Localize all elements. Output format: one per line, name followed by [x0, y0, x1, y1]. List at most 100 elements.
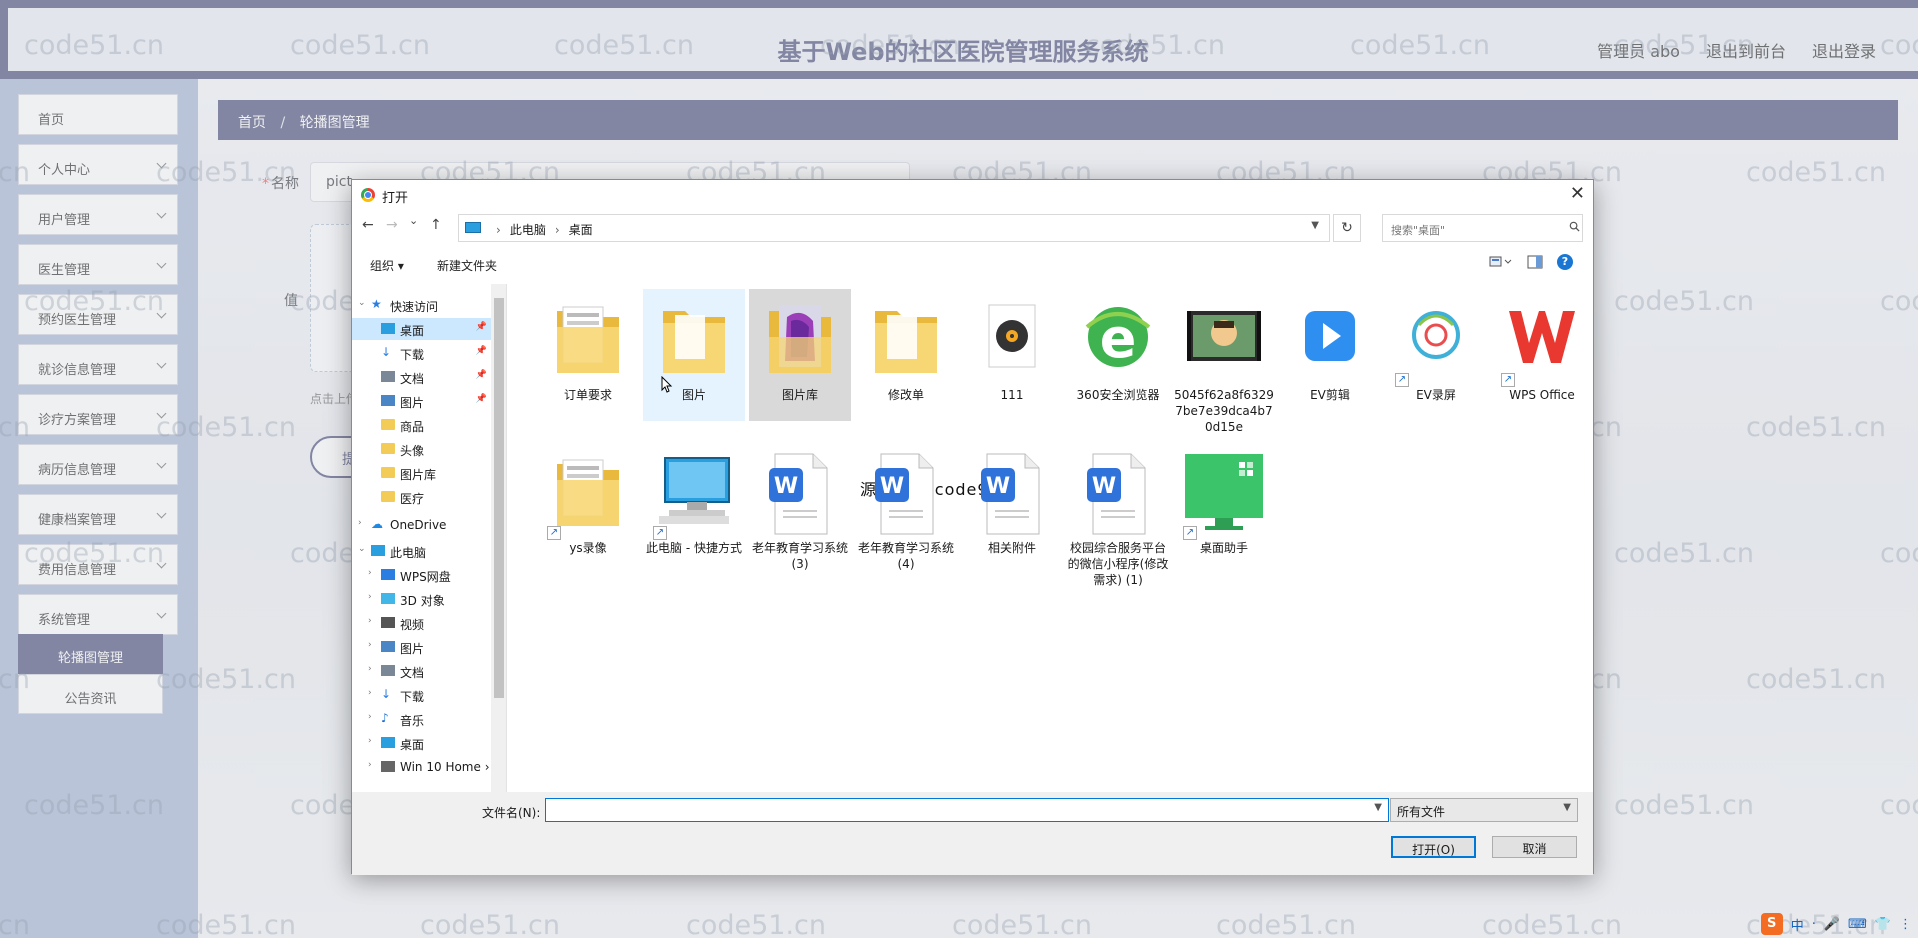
up-arrow-icon[interactable]: ↑: [430, 217, 442, 233]
word-doc-icon: W: [1079, 450, 1157, 536]
nav-tree-item[interactable]: › 3D 对象: [352, 588, 491, 610]
breadcrumb-home[interactable]: 首页: [238, 115, 266, 131]
sidebar-subitem[interactable]: 公告资讯: [18, 674, 163, 714]
nav-tree-item[interactable]: › 图片: [352, 636, 491, 658]
sidebar-item[interactable]: 预约医生管理: [18, 294, 178, 335]
forward-arrow-icon[interactable]: →: [386, 217, 398, 233]
sidebar-item[interactable]: 医生管理: [18, 244, 178, 285]
keyboard-icon[interactable]: ⌨: [1848, 917, 1867, 932]
view-mode-icon[interactable]: [1489, 255, 1513, 269]
sidebar-item[interactable]: 病历信息管理: [18, 444, 178, 485]
file-item[interactable]: 修改单: [855, 289, 957, 421]
microphone-icon[interactable]: 🎤: [1824, 917, 1840, 932]
filename-input[interactable]: ▼: [545, 798, 1389, 822]
nav-tree-item[interactable]: 文档 📌: [352, 366, 491, 388]
nav-tree-item[interactable]: › 视频: [352, 612, 491, 634]
scrollbar-thumb[interactable]: [494, 298, 504, 698]
file-item[interactable]: ↗ WPS Office: [1491, 289, 1593, 421]
sidebar-item[interactable]: 用户管理: [18, 194, 178, 235]
refresh-icon[interactable]: ↻: [1333, 214, 1361, 242]
file-item[interactable]: W 老年教育学习系统 (3): [749, 442, 851, 574]
sogou-ime-icon[interactable]: S: [1760, 913, 1783, 935]
file-item[interactable]: e 360安全浏览器: [1067, 289, 1169, 421]
nav-tree-item[interactable]: 图片 📌: [352, 390, 491, 412]
nav-tree-item[interactable]: 商品: [352, 414, 491, 436]
chevron-right-icon[interactable]: ›: [368, 736, 372, 746]
file-item[interactable]: W 老年教育学习系统 (4): [855, 442, 957, 574]
nav-tree-item[interactable]: 图片库: [352, 462, 491, 484]
recent-locations-icon[interactable]: ⌄: [409, 214, 418, 227]
filetype-select[interactable]: 所有文件 ▼: [1390, 798, 1578, 822]
chevron-right-icon[interactable]: ›: [358, 518, 362, 528]
punctuation-icon[interactable]: ·: [1812, 917, 1816, 932]
file-item[interactable]: ↗ 桌面助手: [1173, 442, 1275, 574]
nav-tree-item[interactable]: › ↓ 下载: [352, 684, 491, 706]
nav-tree-item[interactable]: › ♪ 音乐: [352, 708, 491, 730]
nav-tree-item[interactable]: › ☁ OneDrive: [352, 514, 491, 536]
file-item[interactable]: 5045f62a8f63297be7e39dca4b70d15e: [1173, 289, 1275, 434]
back-to-front-link[interactable]: 退出到前台: [1706, 38, 1786, 62]
nav-scrollbar[interactable]: [491, 284, 506, 792]
chevron-right-icon[interactable]: ›: [368, 616, 372, 626]
chevron-down-icon[interactable]: ▼: [1311, 220, 1319, 231]
file-item[interactable]: W 校园综合服务平台的微信小程序(修改需求) (1): [1067, 442, 1169, 587]
nav-tree-item[interactable]: › 桌面: [352, 732, 491, 754]
address-segment-desktop[interactable]: 桌面: [569, 223, 593, 237]
nav-tree-item[interactable]: › WPS网盘: [352, 564, 491, 586]
skin-icon[interactable]: 👕: [1875, 917, 1891, 932]
ime-chinese-icon[interactable]: 中: [1791, 915, 1804, 934]
chevron-right-icon[interactable]: ›: [368, 664, 372, 674]
sidebar-item[interactable]: 系统管理: [18, 594, 178, 635]
nav-tree-item[interactable]: 头像: [352, 438, 491, 460]
file-item[interactable]: 111: [961, 289, 1063, 421]
menu-icon[interactable]: ⋮: [1899, 917, 1912, 932]
preview-pane-icon[interactable]: [1527, 255, 1543, 269]
file-item[interactable]: EV剪辑: [1279, 289, 1381, 421]
chevron-right-icon[interactable]: ›: [368, 760, 372, 770]
sidebar-item[interactable]: 首页: [18, 94, 178, 135]
new-folder-button[interactable]: 新建文件夹: [437, 257, 497, 274]
sidebar-item[interactable]: 就诊信息管理: [18, 344, 178, 385]
nav-tree-item[interactable]: ↓ 下载 📌: [352, 342, 491, 364]
file-item[interactable]: W 相关附件: [961, 442, 1063, 574]
back-arrow-icon[interactable]: ←: [362, 217, 374, 233]
help-icon[interactable]: ?: [1557, 254, 1573, 270]
address-bar[interactable]: › 此电脑 › 桌面 ▼: [458, 214, 1330, 242]
file-item[interactable]: 图片: [643, 289, 745, 421]
organize-button[interactable]: 组织 ▾: [370, 257, 404, 274]
chevron-right-icon[interactable]: ›: [368, 640, 372, 650]
nav-tree-item[interactable]: 桌面 📌: [352, 318, 491, 340]
file-item[interactable]: 订单要求: [537, 289, 639, 421]
chevron-right-icon[interactable]: ›: [368, 688, 372, 698]
chevron-down-icon[interactable]: ⌄: [358, 544, 366, 554]
sidebar-item[interactable]: 诊疗方案管理: [18, 394, 178, 435]
file-item[interactable]: ↗ 此电脑 - 快捷方式: [643, 442, 745, 574]
chevron-down-icon[interactable]: ⌄: [358, 298, 366, 308]
file-item[interactable]: ↗ ys录像: [537, 442, 639, 574]
desktop-icon: [381, 737, 395, 748]
chevron-down-icon[interactable]: ▼: [1374, 802, 1382, 813]
address-segment-pc[interactable]: 此电脑: [510, 223, 546, 237]
logout-link[interactable]: 退出登录: [1812, 38, 1876, 62]
admin-user-link[interactable]: 管理员 abo: [1597, 38, 1680, 62]
nav-tree-item[interactable]: ⌄ ★ 快速访问: [352, 294, 491, 316]
nav-tree-item[interactable]: › 文档: [352, 660, 491, 682]
close-icon[interactable]: ✕: [1570, 183, 1585, 204]
file-item[interactable]: 图片库: [749, 289, 851, 421]
nav-tree-item[interactable]: ⌄ 此电脑: [352, 540, 491, 562]
sidebar-item[interactable]: 健康档案管理: [18, 494, 178, 535]
chevron-right-icon[interactable]: ›: [368, 712, 372, 722]
computer-icon: [655, 450, 733, 536]
search-input[interactable]: 搜索"桌面": [1382, 214, 1583, 242]
file-item[interactable]: ↗ EV录屏: [1385, 289, 1487, 421]
chevron-right-icon[interactable]: ›: [368, 568, 372, 578]
sidebar-item[interactable]: 个人中心: [18, 144, 178, 185]
sidebar-item[interactable]: 费用信息管理: [18, 544, 178, 585]
sidebar-subitem[interactable]: 轮播图管理: [18, 634, 163, 674]
chevron-right-icon[interactable]: ›: [368, 592, 372, 602]
open-button[interactable]: 打开(O): [1391, 836, 1476, 858]
cancel-button[interactable]: 取消: [1492, 836, 1577, 858]
nav-tree-item[interactable]: › Win 10 Home ›: [352, 756, 491, 778]
sidebar-item-label: 首页: [38, 113, 65, 128]
nav-tree-item[interactable]: 医疗: [352, 486, 491, 508]
